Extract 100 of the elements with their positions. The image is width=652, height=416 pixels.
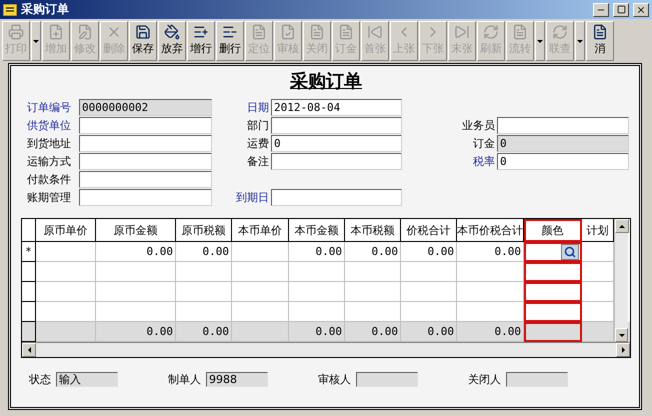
document-icon — [592, 24, 608, 40]
empty-cell — [232, 282, 289, 302]
lookup-cell[interactable] — [524, 242, 582, 262]
close-button[interactable] — [633, 2, 649, 16]
field-label: 运输方式 — [27, 154, 72, 169]
field-label: 到期日 — [235, 190, 270, 205]
input-field[interactable]: 9988 — [206, 372, 268, 387]
column-header[interactable]: 价税合计 — [401, 219, 457, 242]
column-header[interactable]: 本币单价 — [232, 219, 289, 242]
input-field[interactable] — [79, 171, 212, 188]
input-field[interactable]: 0 — [497, 153, 629, 170]
refresh-icon — [483, 24, 499, 40]
maximize-icon — [616, 5, 626, 14]
document-icon — [309, 24, 325, 40]
input-field[interactable] — [506, 372, 568, 387]
window-title: 采购订单 — [21, 1, 70, 18]
field-label: 运费 — [246, 136, 270, 151]
scroll-up-button[interactable] — [615, 219, 629, 233]
empty-cell — [176, 282, 232, 302]
table-cell: 0.00 — [289, 242, 345, 262]
column-header[interactable]: 计划 — [582, 219, 614, 242]
field-label: 部门 — [246, 118, 270, 133]
document-icon — [3, 4, 17, 16]
column-header[interactable]: 本币税额 — [345, 219, 401, 242]
bucket-icon — [164, 24, 180, 40]
first-icon — [367, 24, 383, 40]
refresh-icon — [552, 24, 568, 40]
last-icon — [454, 24, 470, 40]
empty-cell — [524, 282, 582, 302]
caret-icon — [619, 224, 625, 228]
floppy-icon — [135, 24, 151, 40]
scroll-left-button[interactable] — [22, 343, 36, 357]
field-label: 业务员 — [461, 118, 496, 133]
table-cell: 0.00 — [96, 242, 176, 262]
empty-cell — [524, 262, 582, 282]
caret-icon — [618, 334, 624, 336]
empty-cell — [232, 242, 289, 262]
column-header[interactable]: 颜色 — [524, 219, 582, 242]
lookup-button[interactable] — [561, 244, 579, 260]
column-header[interactable]: 原币单价 — [36, 219, 96, 242]
caret-icon — [577, 40, 583, 42]
table-cell: 0.00 — [176, 242, 232, 262]
column-header[interactable]: 原币金额 — [96, 219, 176, 242]
empty-cell — [232, 262, 289, 282]
field-label: 审核人 — [318, 372, 352, 387]
empty-cell — [401, 282, 457, 302]
input-field[interactable] — [271, 117, 402, 134]
input-field[interactable] — [497, 117, 629, 134]
input-field[interactable]: 输入 — [56, 372, 118, 387]
input-field[interactable] — [79, 189, 212, 206]
caret-icon — [28, 347, 30, 353]
caret-icon — [622, 347, 624, 353]
input-field[interactable] — [356, 372, 418, 387]
input-field[interactable] — [79, 117, 212, 134]
field-label: 到货地址 — [27, 136, 72, 151]
input-field[interactable]: 0 — [497, 135, 629, 152]
minimize-button[interactable] — [593, 2, 609, 16]
column-header[interactable]: 本币价税合计 — [457, 219, 524, 242]
input-field[interactable] — [271, 153, 402, 170]
empty-cell — [345, 262, 401, 282]
toolbar-button[interactable]: 增行 — [187, 21, 215, 61]
column-header[interactable]: 原币税额 — [176, 219, 232, 242]
maximize-button[interactable] — [613, 2, 629, 16]
empty-cell — [36, 262, 96, 282]
empty-cell — [36, 282, 96, 302]
empty-cell — [524, 302, 582, 322]
input-field[interactable]: 2012-08-04 — [271, 99, 402, 116]
input-field[interactable] — [271, 189, 402, 206]
list-plus-icon — [193, 24, 209, 40]
field-label: 账期管理 — [27, 190, 72, 205]
toolbar-button[interactable]: 删行 — [216, 21, 244, 61]
field-label: 状态 — [29, 372, 52, 387]
file-pen-icon — [77, 24, 93, 40]
toolbar-button[interactable]: 消 — [586, 21, 614, 61]
search-icon — [564, 246, 576, 258]
scroll-right-button[interactable] — [616, 343, 630, 357]
column-header[interactable]: 本币金额 — [289, 219, 345, 242]
close-icon — [636, 4, 646, 14]
document-icon — [512, 24, 528, 40]
field-label: 关闭人 — [468, 372, 502, 387]
caret-icon — [33, 40, 39, 42]
input-field[interactable] — [79, 135, 212, 152]
field-label: 订单编号 — [27, 100, 72, 115]
field-label: 日期 — [246, 100, 270, 115]
table-cell: 0.00 — [345, 242, 401, 262]
document-icon — [338, 24, 354, 40]
horizontal-scrollbar[interactable] — [22, 342, 630, 357]
field-label: 订金 — [472, 136, 496, 151]
toolbar-button[interactable]: 保存 — [129, 21, 157, 61]
input-field[interactable] — [79, 153, 212, 170]
table-cell: 0.00 — [457, 242, 524, 262]
document-icon — [251, 24, 267, 40]
toolbar-button[interactable]: 放弃 — [158, 21, 186, 61]
input-field[interactable]: 0 — [271, 135, 402, 152]
input-field[interactable]: 0000000002 — [79, 99, 212, 116]
empty-cell — [36, 242, 96, 262]
file-plus-icon — [48, 24, 64, 40]
form-title: 采购订单 — [290, 70, 362, 93]
scroll-down-button[interactable] — [615, 328, 628, 342]
field-label: 供货单位 — [27, 118, 72, 133]
